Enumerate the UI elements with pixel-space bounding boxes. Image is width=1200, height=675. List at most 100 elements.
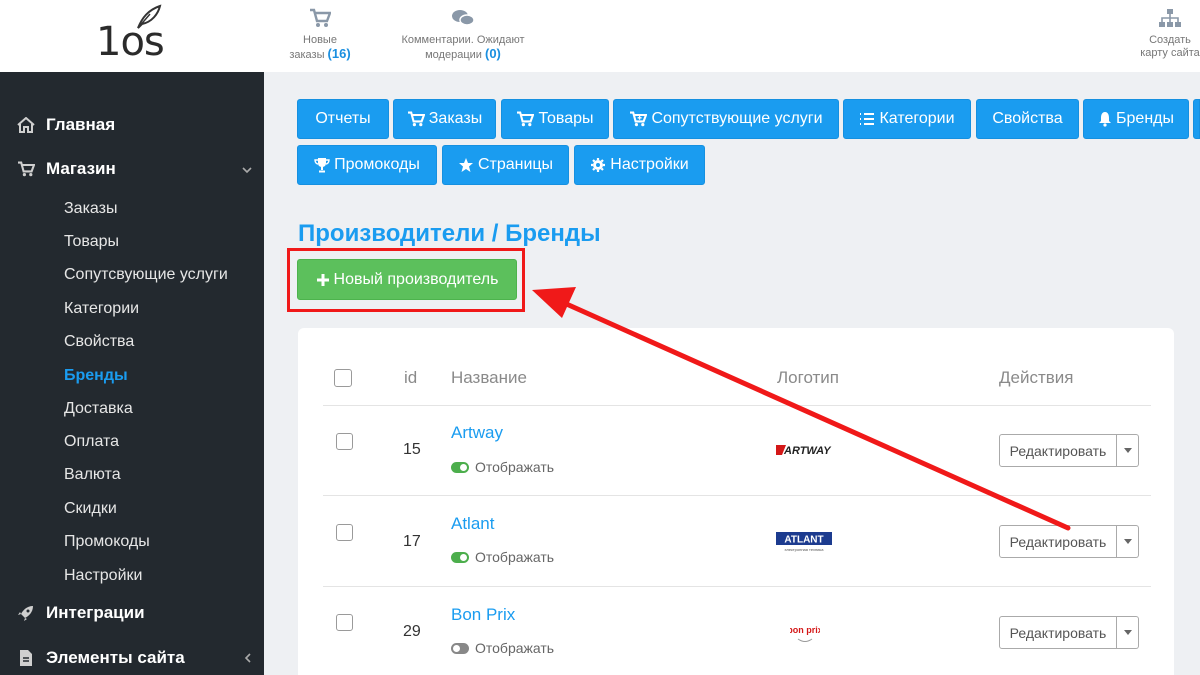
edit-dropdown-toggle[interactable] <box>1117 525 1139 558</box>
toggle-on-icon <box>451 461 469 473</box>
rocket-icon <box>16 604 36 622</box>
products-button-label: Товары <box>538 110 594 127</box>
row-id: 15 <box>403 441 421 458</box>
settings-button[interactable]: Настройки <box>574 145 705 185</box>
sidebar: Главная Магазин Заказы Товары Сопутсвующ… <box>0 72 264 675</box>
chevron-left-icon <box>244 650 252 666</box>
comments-moderation-link[interactable]: Комментарии. Ожидают модерации (0) <box>392 8 534 62</box>
new-orders-link[interactable]: Новые заказы (16) <box>280 8 360 62</box>
properties-button[interactable]: Свойства <box>976 99 1079 139</box>
new-manufacturer-button-label: Новый производитель <box>333 270 499 288</box>
visibility-label: Отображать <box>475 549 555 565</box>
plus-icon <box>316 273 329 286</box>
table-divider <box>323 586 1151 587</box>
sidebar-item-settings[interactable]: Настройки <box>64 567 142 585</box>
page-title: Производители / Бренды <box>298 220 601 247</box>
sidebar-item-shop-label: Магазин <box>46 159 116 178</box>
column-header-name[interactable]: Название <box>451 368 527 388</box>
row-checkbox[interactable] <box>336 614 353 631</box>
visibility-label: Отображать <box>475 459 555 475</box>
services-button[interactable]: Сопутствующие услуги <box>613 99 839 139</box>
reports-button-label: Отчеты <box>315 110 371 127</box>
edit-button[interactable]: Редактировать <box>999 434 1117 467</box>
brand-name-link[interactable]: Atlant <box>451 514 494 534</box>
comments-count: (0) <box>484 46 501 61</box>
brand-logo-bonprix: bon prix <box>787 621 823 647</box>
reports-button[interactable]: Отчеты <box>297 99 389 139</box>
properties-button-label: Свойства <box>992 110 1063 127</box>
toggle-on-icon <box>451 551 469 563</box>
pages-button[interactable]: Страницы <box>442 145 569 185</box>
orders-button[interactable]: Заказы <box>393 99 496 139</box>
feather-icon <box>137 4 162 29</box>
cart-icon <box>407 111 425 127</box>
edit-button[interactable]: Редактировать <box>999 525 1117 558</box>
brand-name-link[interactable]: Artway <box>451 423 503 443</box>
sitemap-icon <box>1159 9 1181 27</box>
edit-dropdown: Редактировать <box>999 434 1139 467</box>
sidebar-item-services[interactable]: Сопутсвующие услуги <box>64 266 228 284</box>
list-icon <box>860 113 875 125</box>
sidebar-item-promocodes[interactable]: Промокоды <box>64 533 150 551</box>
sidebar-item-shop[interactable]: Магазин <box>16 159 256 179</box>
categories-button-label: Категории <box>879 110 955 127</box>
sidebar-item-products[interactable]: Товары <box>64 233 119 251</box>
sidebar-item-properties[interactable]: Свойства <box>64 333 134 351</box>
row-checkbox[interactable] <box>336 524 353 541</box>
edit-dropdown-toggle[interactable] <box>1117 434 1139 467</box>
products-button[interactable]: Товары <box>501 99 609 139</box>
brand-logo-text: bon prix <box>790 625 820 635</box>
settings-button-label: Настройки <box>610 156 689 173</box>
row-checkbox[interactable] <box>336 433 353 450</box>
orders-label-1: Новые <box>303 34 337 46</box>
sidebar-item-discounts[interactable]: Скидки <box>64 500 117 518</box>
sidebar-item-integrations[interactable]: Интеграции <box>16 603 256 623</box>
toggle-off-icon <box>451 642 469 654</box>
document-icon <box>16 649 36 667</box>
sidebar-item-site-elements[interactable]: Элементы сайта <box>16 648 256 668</box>
top-bar: 1os Новые заказы (16) Комментарии. Ожида… <box>0 0 1200 72</box>
sidebar-item-brands[interactable]: Бренды <box>64 367 128 385</box>
trophy-icon <box>314 158 330 173</box>
column-header-id[interactable]: id <box>404 368 417 388</box>
cart-icon <box>517 111 535 127</box>
promocodes-button[interactable]: Промокоды <box>297 145 437 185</box>
categories-button[interactable]: Категории <box>843 99 971 139</box>
bell-icon <box>1099 112 1112 127</box>
sidebar-item-site-elements-label: Элементы сайта <box>46 648 185 667</box>
sidebar-item-home[interactable]: Главная <box>16 115 256 135</box>
sidebar-item-categories[interactable]: Категории <box>64 300 139 318</box>
visibility-toggle[interactable]: Отображать <box>451 459 554 475</box>
select-all-checkbox[interactable] <box>334 369 352 387</box>
caret-down-icon <box>1123 448 1132 453</box>
sidebar-item-payment[interactable]: Оплата <box>64 433 119 451</box>
services-button-label: Сопутствующие услуги <box>651 110 823 127</box>
brands-button-label: Бренды <box>1116 110 1174 127</box>
visibility-toggle[interactable]: Отображать <box>451 549 554 565</box>
sidebar-item-delivery[interactable]: Доставка <box>64 400 133 418</box>
visibility-toggle[interactable]: Отображать <box>451 640 554 656</box>
column-header-actions: Действия <box>999 368 1074 387</box>
new-manufacturer-button[interactable]: Новый производитель <box>297 259 517 300</box>
next-toolbar-button[interactable] <box>1193 99 1200 139</box>
row-id: 17 <box>403 533 421 550</box>
brands-button[interactable]: Бренды <box>1083 99 1189 139</box>
caret-down-icon <box>1123 630 1132 635</box>
sidebar-item-orders[interactable]: Заказы <box>64 200 117 218</box>
row-id: 29 <box>403 623 421 640</box>
cart-icon <box>310 8 331 27</box>
comments-icon <box>452 10 475 26</box>
edit-button[interactable]: Редактировать <box>999 616 1117 649</box>
orders-count: (16) <box>327 46 351 61</box>
cart-plus-icon <box>630 111 648 127</box>
site-logo[interactable]: 1os <box>96 4 166 66</box>
create-sitemap-link[interactable]: Создать карту сайта <box>1130 8 1200 60</box>
edit-dropdown-toggle[interactable] <box>1117 616 1139 649</box>
sidebar-item-currency[interactable]: Валюта <box>64 466 121 484</box>
cart-icon <box>16 161 36 177</box>
sidebar-item-integrations-label: Интеграции <box>46 603 145 622</box>
brand-logo-text: ARTWAY <box>783 445 832 457</box>
comments-label-2: модерации <box>425 49 482 61</box>
brand-name-link[interactable]: Bon Prix <box>451 605 515 625</box>
comments-label-1: Комментарии. Ожидают <box>401 34 525 46</box>
